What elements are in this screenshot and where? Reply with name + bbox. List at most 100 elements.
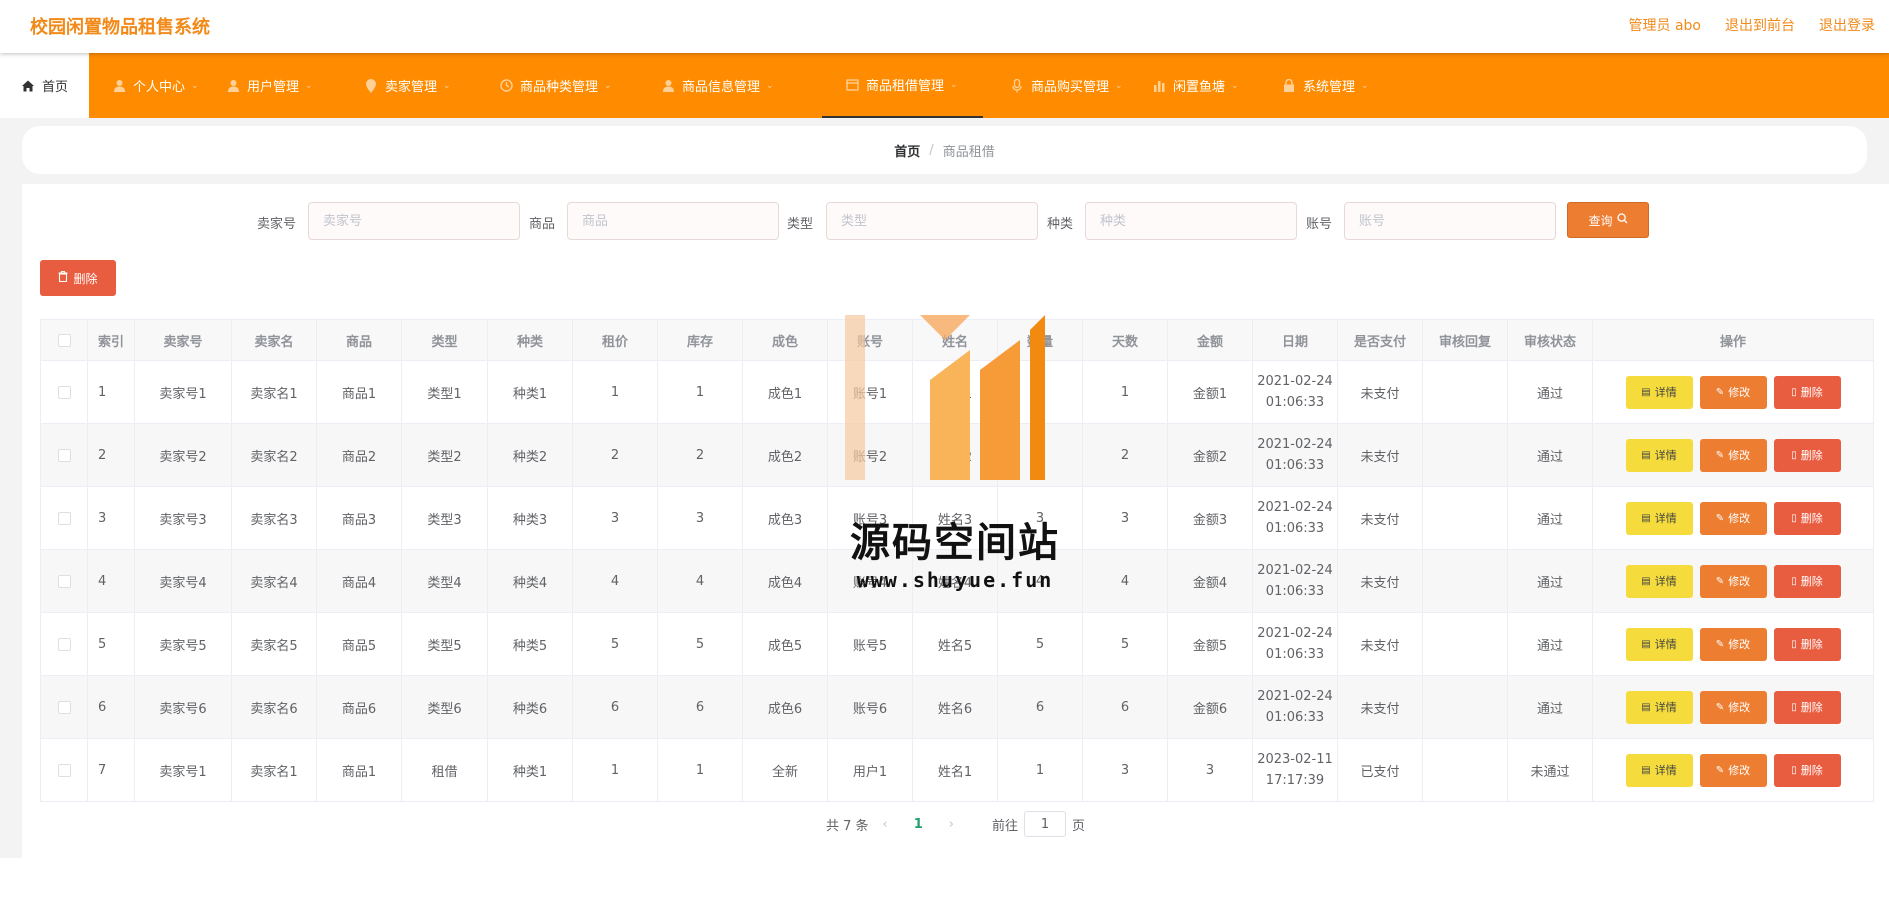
nav-seller-management[interactable]: 卖家管理 ⌄	[363, 53, 498, 118]
nav-idle-fishpond[interactable]: 闲置鱼塘 ⌄	[1145, 53, 1281, 118]
table-cell: 1	[87, 360, 135, 424]
detail-button[interactable]: ▤ 详情	[1625, 690, 1693, 724]
row-checkbox[interactable]	[57, 637, 71, 651]
table-cell: 2	[1082, 423, 1168, 487]
detail-button[interactable]: ▤ 详情	[1625, 564, 1693, 598]
row-select-cell	[40, 486, 88, 550]
detail-button[interactable]: ▤ 详情	[1625, 753, 1693, 787]
rental-table: 索引 卖家号 卖家名 商品 类型 种类 租价 库存 成色 账号 姓名 数量 天数 金额 日期 是否支付 审核回复…	[40, 319, 1874, 802]
table-cell: 商品3	[316, 486, 402, 550]
edit-button[interactable]: ✎ 修改	[1699, 501, 1767, 535]
table-cell: 卖家号6	[134, 675, 232, 739]
detail-button-label: 详情	[1654, 575, 1677, 588]
nav-system-management[interactable]: 系统管理 ⌄	[1281, 53, 1421, 118]
detail-button[interactable]: ▤ 详情	[1625, 438, 1693, 472]
nav-user-management[interactable]: 用户管理 ⌄	[225, 53, 363, 118]
detail-button-label: 详情	[1654, 701, 1677, 714]
delete-button-label: 删除	[1800, 512, 1823, 525]
query-button[interactable]: 查询	[1567, 202, 1649, 238]
table-cell: 未支付	[1337, 486, 1423, 550]
admin-user-link[interactable]: 管理员 abo	[1629, 15, 1701, 35]
table-cell: 2021-02-24 01:06:33	[1252, 549, 1338, 613]
seller-no-input[interactable]	[308, 202, 520, 240]
table-cell: 2021-02-24 01:06:33	[1252, 360, 1338, 424]
delete-button[interactable]: ▯ 删除	[1773, 375, 1841, 409]
edit-button[interactable]: ✎ 修改	[1699, 627, 1767, 661]
trash-icon: ▯	[1791, 575, 1797, 587]
row-checkbox[interactable]	[57, 385, 71, 399]
pagination-goto-prefix: 前往	[991, 818, 1018, 834]
batch-delete-button[interactable]: 删除	[40, 260, 116, 296]
table-cell: 类型6	[401, 675, 488, 739]
table-cell: 姓名6	[912, 675, 998, 739]
column-header: 类型	[401, 319, 488, 361]
table-cell: 租借	[401, 738, 488, 802]
edit-button[interactable]: ✎ 修改	[1699, 564, 1767, 598]
trash-icon: ▯	[1791, 386, 1797, 398]
nav-purchase-management[interactable]: 商品购买管理 ⌄	[983, 53, 1145, 118]
select-all-checkbox[interactable]	[57, 333, 71, 347]
nav-personal-center[interactable]: 个人中心 ⌄	[111, 53, 225, 118]
table-cell: 卖家号1	[134, 360, 232, 424]
exit-to-frontend-link[interactable]: 退出到前台	[1725, 15, 1795, 35]
pagination-page[interactable]: 1	[914, 817, 923, 832]
table-cell: 1	[572, 738, 658, 802]
table-cell: 类型5	[401, 612, 488, 676]
search-form: 卖家号 商品 类型 种类 账号 查询	[22, 202, 1889, 240]
delete-button[interactable]: ▯ 删除	[1773, 690, 1841, 724]
row-checkbox[interactable]	[57, 574, 71, 588]
table-cell: 卖家名4	[231, 549, 317, 613]
category-input[interactable]	[1085, 202, 1297, 240]
detail-button[interactable]: ▤ 详情	[1625, 375, 1693, 409]
table-cell: 4	[87, 549, 135, 613]
pencil-icon: ✎	[1715, 638, 1725, 650]
search-icon	[1616, 213, 1628, 227]
row-checkbox[interactable]	[57, 763, 71, 777]
account-input[interactable]	[1344, 202, 1556, 240]
breadcrumb-home[interactable]: 首页	[894, 141, 920, 160]
delete-button[interactable]: ▯ 删除	[1773, 501, 1841, 535]
table-cell: 1	[997, 738, 1083, 802]
edit-button[interactable]: ✎ 修改	[1699, 375, 1767, 409]
delete-button[interactable]: ▯ 删除	[1773, 438, 1841, 472]
chevron-down-icon: ⌄	[1115, 80, 1123, 91]
table-cell: 用户1	[827, 738, 913, 802]
table-cell: 类型4	[401, 549, 488, 613]
product-input[interactable]	[567, 202, 779, 240]
table-cell: 卖家名6	[231, 675, 317, 739]
type-label: 类型	[787, 217, 814, 232]
nav-rental-management[interactable]: 商品租借管理 ⌄	[822, 53, 983, 118]
type-input[interactable]	[826, 202, 1038, 240]
pagination-goto-input[interactable]: 1	[1024, 811, 1066, 837]
table-cell: 卖家号4	[134, 549, 232, 613]
chevron-right-icon[interactable]: ›	[949, 817, 954, 832]
detail-button-label: 详情	[1654, 638, 1677, 651]
edit-button-label: 修改	[1728, 449, 1751, 462]
pencil-icon: ✎	[1715, 449, 1725, 461]
pagination-total: 共 7 条	[825, 818, 869, 834]
chevron-left-icon[interactable]: ‹	[883, 817, 888, 832]
nav-product-info-management[interactable]: 商品信息管理 ⌄	[660, 53, 822, 118]
column-header: 姓名	[912, 319, 998, 361]
detail-button[interactable]: ▤ 详情	[1625, 627, 1693, 661]
row-checkbox[interactable]	[57, 511, 71, 525]
edit-button[interactable]: ✎ 修改	[1699, 753, 1767, 787]
logout-link[interactable]: 退出登录	[1819, 15, 1875, 35]
table-cell: 成色5	[742, 612, 828, 676]
delete-button[interactable]: ▯ 删除	[1773, 753, 1841, 787]
delete-button[interactable]: ▯ 删除	[1773, 627, 1841, 661]
trash-icon	[58, 270, 68, 285]
row-actions-cell: ▤ 详情 ✎ 修改 ▯ 删除	[1592, 486, 1874, 550]
table-cell: 2	[997, 423, 1083, 487]
detail-button[interactable]: ▤ 详情	[1625, 501, 1693, 535]
document-icon: ▤	[1641, 575, 1651, 587]
row-checkbox[interactable]	[57, 448, 71, 462]
column-header: 商品	[316, 319, 402, 361]
row-checkbox[interactable]	[57, 700, 71, 714]
table-cell: 未支付	[1337, 549, 1423, 613]
edit-button[interactable]: ✎ 修改	[1699, 438, 1767, 472]
nav-category-management[interactable]: 商品种类管理 ⌄	[498, 53, 660, 118]
edit-button[interactable]: ✎ 修改	[1699, 690, 1767, 724]
delete-button[interactable]: ▯ 删除	[1773, 564, 1841, 598]
nav-home[interactable]: 首页	[0, 53, 89, 118]
